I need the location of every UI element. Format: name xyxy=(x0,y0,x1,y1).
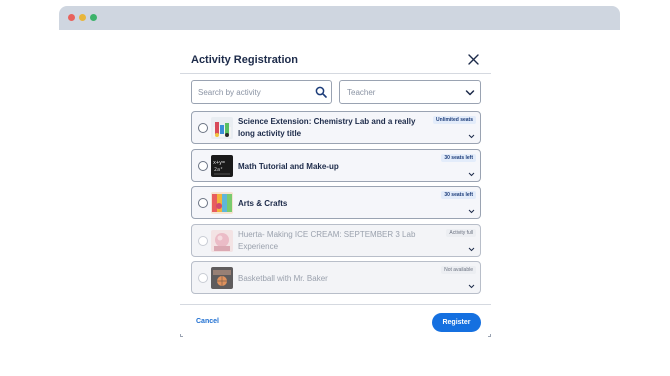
activity-radio[interactable] xyxy=(198,160,208,171)
chevron-down-icon[interactable] xyxy=(468,172,475,177)
availability-badge: Activity full xyxy=(446,229,476,237)
search-input[interactable] xyxy=(198,85,308,100)
teacher-select-value: Teacher xyxy=(347,88,376,97)
svg-text:2a²: 2a² xyxy=(214,167,223,173)
chevron-down-icon[interactable] xyxy=(468,134,475,139)
activity-thumbnail xyxy=(211,116,233,139)
modal-header: Activity Registration xyxy=(180,44,491,74)
activity-radio xyxy=(198,235,208,246)
activity-item-math-tutorial[interactable]: x+y= 2a² Math Tutorial and Make-up 30 se… xyxy=(191,149,481,182)
corner-mark xyxy=(180,334,183,337)
search-box xyxy=(191,80,332,104)
activity-thumbnail xyxy=(211,191,233,214)
activity-title: Math Tutorial and Make-up xyxy=(238,162,339,171)
search-icon[interactable] xyxy=(315,86,327,98)
register-button[interactable]: Register xyxy=(432,313,481,332)
seats-badge: Unlimited seats xyxy=(433,116,476,124)
chevron-down-icon xyxy=(465,90,475,96)
seats-badge: 30 seats left xyxy=(441,154,476,162)
modal-title: Activity Registration xyxy=(191,54,298,66)
activity-thumbnail: x+y= 2a² xyxy=(211,154,233,177)
seats-badge: 30 seats left xyxy=(441,191,476,199)
activity-title: Basketball with Mr. Baker xyxy=(238,274,328,283)
activity-item-chemistry-lab[interactable]: Science Extension: Chemistry Lab and a r… xyxy=(191,111,481,144)
activity-item-basketball: Basketball with Mr. Baker Not available xyxy=(191,261,481,294)
activity-radio[interactable] xyxy=(198,122,208,133)
window-close-dot[interactable] xyxy=(68,14,75,21)
chevron-down-icon[interactable] xyxy=(468,284,475,289)
activity-thumbnail xyxy=(211,266,233,289)
teacher-select[interactable]: Teacher xyxy=(339,80,481,104)
activity-radio xyxy=(198,272,208,283)
activity-radio[interactable] xyxy=(198,197,208,208)
footer-divider xyxy=(180,304,491,305)
activity-title: Science Extension: Chemistry Lab and a r… xyxy=(238,117,416,138)
svg-text:x+y=: x+y= xyxy=(213,160,225,166)
chevron-down-icon[interactable] xyxy=(468,209,475,214)
chevron-down-icon[interactable] xyxy=(468,247,475,252)
activity-title: Arts & Crafts xyxy=(238,199,288,208)
close-icon[interactable] xyxy=(467,53,480,66)
window-minimize-dot[interactable] xyxy=(79,14,86,21)
availability-badge: Not available xyxy=(441,266,476,274)
browser-title-bar xyxy=(59,6,620,30)
activity-registration-modal: Activity Registration Teacher xyxy=(180,44,491,338)
activity-item-arts-crafts[interactable]: Arts & Crafts 30 seats left xyxy=(191,186,481,219)
activity-item-ice-cream-lab: Huerta- Making ICE CREAM: SEPTEMBER 3 La… xyxy=(191,224,481,257)
activity-thumbnail xyxy=(211,229,233,252)
activity-title: Huerta- Making ICE CREAM: SEPTEMBER 3 La… xyxy=(238,230,416,251)
corner-mark xyxy=(488,334,491,337)
cancel-button[interactable]: Cancel xyxy=(196,318,219,325)
window-maximize-dot[interactable] xyxy=(90,14,97,21)
